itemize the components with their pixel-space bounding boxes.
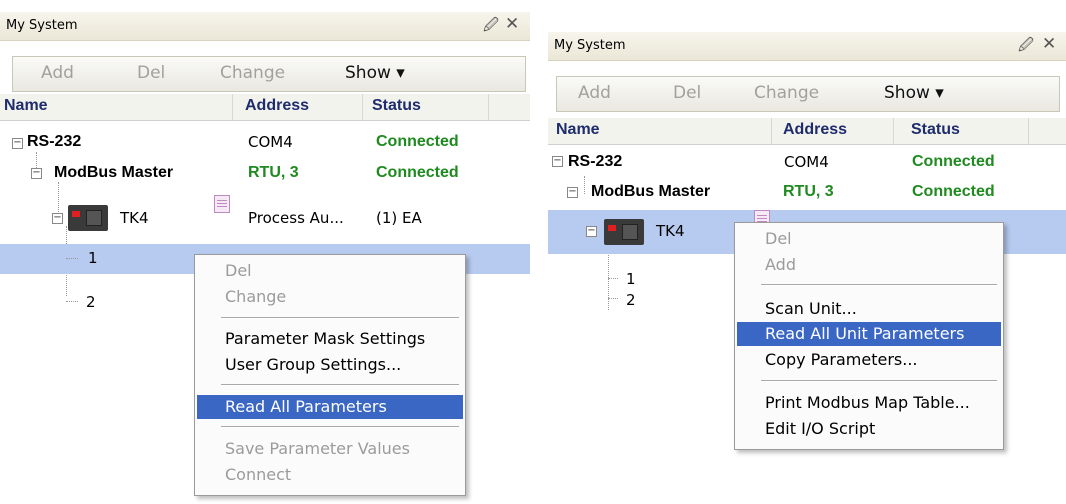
row-address: RTU, 3: [783, 183, 834, 200]
menu-item-del[interactable]: Del: [737, 227, 1001, 251]
pin-icon[interactable]: 🖉: [1018, 35, 1034, 60]
panel-titlebar: My System 🖉 ✕: [548, 32, 1066, 61]
row-status: Connected: [912, 153, 995, 170]
row-status: Connected: [376, 164, 459, 181]
collapse-icon[interactable]: −: [552, 156, 563, 167]
menu-item-connect[interactable]: Connect: [197, 463, 463, 487]
row-name: 2: [86, 293, 96, 311]
collapse-icon[interactable]: −: [52, 213, 63, 224]
menu-item-copy-parameters[interactable]: Copy Parameters...: [737, 348, 1001, 372]
menu-item-parameter-mask-settings[interactable]: Parameter Mask Settings: [197, 327, 463, 351]
tk4-device-icon: [68, 205, 108, 231]
menu-item-user-group-settings[interactable]: User Group Settings...: [197, 353, 463, 377]
collapse-icon[interactable]: −: [567, 187, 578, 198]
column-status[interactable]: Status: [911, 121, 960, 139]
row-name: RS-232: [27, 133, 82, 150]
del-button[interactable]: Del: [673, 83, 701, 103]
change-button[interactable]: Change: [754, 83, 819, 103]
tree-row[interactable]: − ModBus Master RTU, 3 Connected: [548, 178, 1066, 208]
menu-item-edit-io-script[interactable]: Edit I/O Script: [737, 417, 1001, 441]
menu-item-change[interactable]: Change: [197, 285, 463, 309]
toolbar: Add Del Change Show ▾: [556, 76, 1060, 112]
row-address: COM4: [248, 133, 293, 151]
column-address[interactable]: Address: [245, 97, 309, 115]
context-menu: Del Change Parameter Mask Settings User …: [194, 254, 466, 496]
close-icon[interactable]: ✕: [1042, 34, 1056, 54]
del-button[interactable]: Del: [137, 63, 165, 83]
row-status: Connected: [376, 133, 459, 150]
row-name: TK4: [120, 209, 149, 227]
menu-item-print-modbus-map-table[interactable]: Print Modbus Map Table...: [737, 391, 1001, 415]
tree-row[interactable]: − TK4 Process Au... (1) EA: [0, 195, 530, 236]
column-header: Name Address Status: [0, 94, 530, 121]
column-header: Name Address Status: [548, 118, 1066, 145]
add-button[interactable]: Add: [578, 83, 611, 103]
row-status: (1) EA: [376, 209, 422, 227]
tree-row[interactable]: − RS-232 COM4 Connected: [0, 128, 530, 158]
add-button[interactable]: Add: [41, 63, 74, 83]
column-name[interactable]: Name: [4, 97, 48, 115]
column-status[interactable]: Status: [372, 97, 421, 115]
document-icon: [214, 195, 230, 213]
tree-row[interactable]: − RS-232 COM4 Connected: [548, 148, 1066, 178]
row-name: ModBus Master: [591, 183, 711, 200]
tree-row[interactable]: − ModBus Master RTU, 3 Connected: [0, 159, 530, 189]
tk4-device-icon: [604, 219, 644, 245]
column-name[interactable]: Name: [556, 121, 600, 139]
panel-titlebar: My System 🖉 ✕: [0, 12, 530, 41]
menu-item-read-all-unit-parameters[interactable]: Read All Unit Parameters: [737, 322, 1001, 346]
pin-icon[interactable]: 🖉: [483, 15, 499, 40]
menu-item-add[interactable]: Add: [737, 253, 1001, 277]
menu-item-scan-unit[interactable]: Scan Unit...: [737, 297, 1001, 321]
left-panel: My System 🖉 ✕ Add Del Change Show ▾ Name…: [0, 0, 530, 504]
collapse-icon[interactable]: −: [12, 138, 23, 149]
menu-item-del[interactable]: Del: [197, 259, 463, 283]
close-icon[interactable]: ✕: [505, 14, 519, 34]
row-address: COM4: [784, 153, 829, 171]
row-address: Process Au...: [248, 209, 344, 227]
show-dropdown[interactable]: Show ▾: [884, 83, 944, 103]
panel-title: My System: [554, 38, 626, 53]
row-name: RS-232: [568, 153, 623, 170]
row-name: ModBus Master: [54, 164, 174, 181]
menu-item-read-all-parameters[interactable]: Read All Parameters: [197, 395, 463, 419]
row-name: 1: [88, 249, 98, 267]
show-dropdown[interactable]: Show ▾: [345, 63, 405, 83]
context-menu: Del Add Scan Unit... Read All Unit Param…: [734, 222, 1004, 450]
toolbar: Add Del Change Show ▾: [12, 56, 526, 92]
menu-item-save-parameter-values[interactable]: Save Parameter Values: [197, 437, 463, 461]
right-panel: My System 🖉 ✕ Add Del Change Show ▾ Name…: [548, 0, 1066, 504]
collapse-icon[interactable]: −: [31, 168, 42, 179]
column-address[interactable]: Address: [783, 121, 847, 139]
row-name: TK4: [656, 222, 685, 240]
row-address: RTU, 3: [248, 164, 299, 181]
row-status: Connected: [912, 183, 995, 200]
change-button[interactable]: Change: [220, 63, 285, 83]
panel-title: My System: [6, 18, 78, 33]
row-name: 2: [626, 291, 636, 309]
collapse-icon[interactable]: −: [586, 226, 597, 237]
